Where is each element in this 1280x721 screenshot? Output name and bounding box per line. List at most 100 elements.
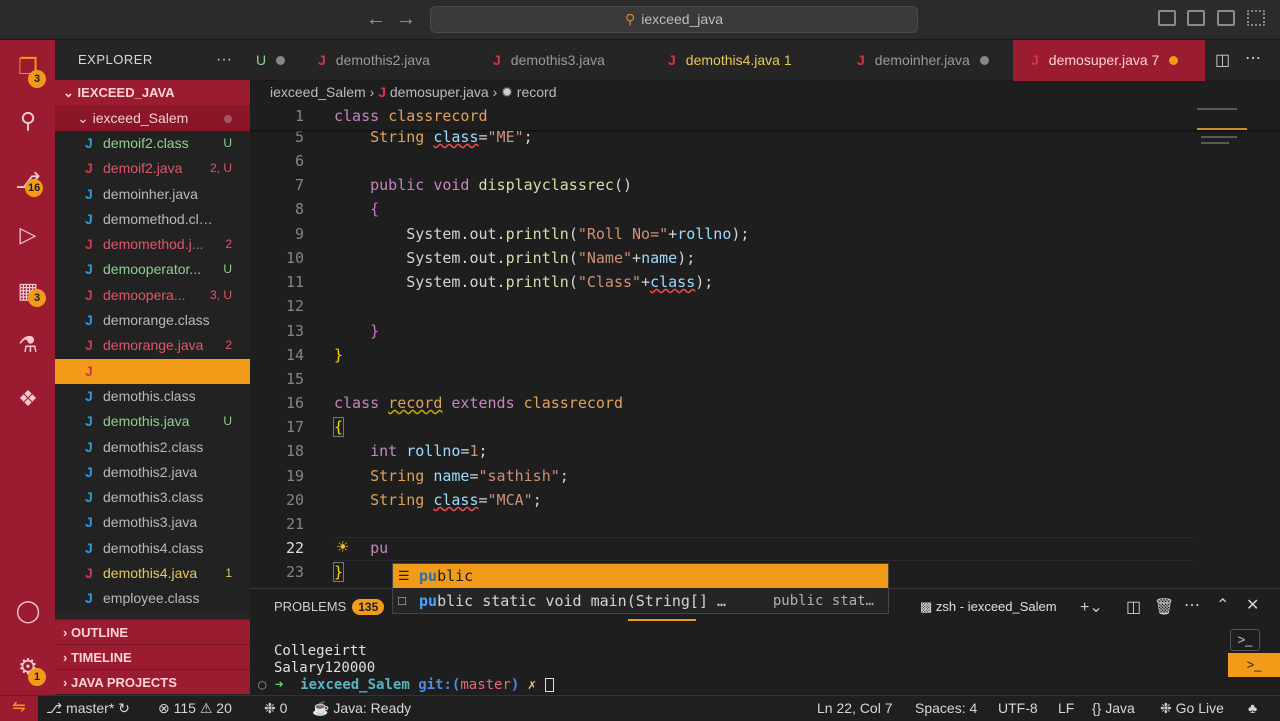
terminal-instance-icon[interactable]: >_ (1230, 629, 1260, 651)
add-terminal-icon[interactable]: +⌄ (1080, 597, 1103, 617)
branch-indicator[interactable]: ⎇ master* ↻ (46, 700, 130, 717)
problems-indicator[interactable]: ⊗ 115 ⚠ 20 (158, 700, 232, 717)
file-item[interactable]: Jdemothis3.java (55, 510, 250, 536)
encoding[interactable]: UTF-8 (998, 700, 1038, 716)
code-line-16: class record extends classrecord (334, 394, 623, 412)
file-item[interactable]: Jdemooperator... U (55, 257, 250, 283)
java-file-icon: J (668, 52, 676, 68)
file-item[interactable]: Jdemothis.class (55, 383, 250, 410)
search-icon[interactable]: ⚲ (13, 106, 43, 136)
arrow-left-icon[interactable]: ← (366, 8, 386, 31)
sync-icon: ↻ (118, 700, 130, 716)
java-file-icon: J (85, 387, 93, 404)
cursor-position[interactable]: Ln 22, Col 7 (817, 700, 893, 716)
java-status[interactable]: ☕ Java: Ready (312, 700, 411, 717)
file-item[interactable]: Jdemoinher.java (55, 181, 250, 207)
remote-icon[interactable]: ⇋ (0, 696, 38, 721)
tab-demothis2[interactable]: Jdemothis2.java (310, 40, 485, 81)
toggle-sidebar-icon[interactable] (1158, 10, 1176, 26)
minimap[interactable] (1195, 106, 1275, 588)
file-item[interactable]: Jemployee.class (55, 586, 250, 612)
extensions-badge: 3 (28, 289, 46, 307)
terminal-instance-active-icon[interactable]: >_ (1228, 653, 1280, 677)
explorer-sidebar: EXPLORER ··· ⌄ IEXCEED_JAVA ⌄ iexceed_Sa… (55, 40, 250, 695)
file-item[interactable]: Jdemothis4.java 1 (55, 561, 250, 587)
maximize-panel-icon[interactable]: ⌃ (1216, 595, 1229, 615)
file-item[interactable]: Jdemoif2.java 2, U (55, 156, 250, 182)
split-editor-icon[interactable]: ◫ (1215, 50, 1230, 70)
code-editor[interactable]: 1 5 6 7 8 9 10 11 12 13 14 15 16 17 18 19 20 21 22 23 class… (250, 106, 1280, 588)
timeline-section[interactable]: › TIMELINE (55, 644, 250, 669)
suggestion-keyword-public[interactable]: ☰ public (393, 564, 888, 588)
file-status: U (223, 414, 232, 429)
go-live-button[interactable]: ❉ Go Live (1160, 700, 1224, 717)
tab-demosuper[interactable]: Jdemosuper.java 7 (1013, 40, 1205, 81)
folder-iexceed-salem[interactable]: ⌄ iexceed_Salem (55, 105, 250, 131)
modified-dot (979, 56, 989, 65)
command-center-search[interactable]: ⚲ iexceed_java (430, 6, 918, 33)
outline-section[interactable]: › OUTLINE (55, 619, 250, 644)
line-number: 12 (285, 297, 304, 315)
file-item[interactable]: Jdemomethod.class (55, 206, 250, 233)
prompt-arrow-icon: ➜ (274, 677, 284, 693)
indentation[interactable]: Spaces: 4 (915, 700, 977, 716)
code-line-14: } (334, 346, 344, 364)
java-projects-section[interactable]: › JAVA PROJECTS (55, 669, 250, 694)
customize-layout-icon[interactable] (1247, 10, 1265, 26)
tab-untracked[interactable]: U (250, 40, 298, 81)
file-item[interactable]: Jdemorange.java 2 (55, 333, 250, 359)
file-item[interactable]: Jdemoif2.class U (55, 131, 250, 157)
file-status: 2 (225, 338, 232, 353)
close-icon[interactable]: ✕ (1246, 595, 1259, 615)
file-name: demothis.class (103, 387, 196, 404)
split-terminal-icon[interactable]: ◫ (1126, 597, 1141, 617)
tab-demoinher[interactable]: Jdemoinher.java (835, 40, 1013, 81)
current-line-highlight (334, 537, 1194, 561)
java-file-icon: J (85, 489, 93, 506)
more-actions-icon[interactable]: ⋯ (1184, 595, 1200, 615)
lightbulb-icon[interactable]: ☀ (336, 538, 349, 556)
arrow-right-icon[interactable]: → (396, 8, 416, 31)
tab-demothis4[interactable]: Jdemothis4.java 1 (660, 40, 835, 81)
chevron-down-icon: ⌄ (63, 85, 74, 100)
bell-icon[interactable]: ♣ (1248, 700, 1257, 716)
more-actions-icon[interactable]: ··· (216, 40, 232, 80)
file-item[interactable]: Jdemothis.java U (55, 409, 250, 435)
java-file-icon: J (85, 438, 93, 455)
line-number: 7 (294, 176, 304, 194)
file-item[interactable]: Jdemoopera... 3, U (55, 282, 250, 309)
file-name: demomethod.class (103, 210, 213, 227)
suggestion-snippet-main[interactable]: □ public static void main(String[] … pub… (393, 589, 888, 613)
settings-badge: 1 (28, 668, 46, 686)
language-mode[interactable]: {} Java (1092, 700, 1135, 716)
file-item[interactable]: Jdemomethod.j... 2 (55, 232, 250, 258)
line-number: 18 (285, 442, 304, 460)
account-icon[interactable]: ◯ (13, 596, 43, 626)
file-item[interactable]: Jdemosuper.java 7 (55, 358, 250, 384)
tab-problems[interactable]: PROBLEMS 135 (274, 599, 385, 615)
ports-indicator[interactable]: ❉ 0 (264, 700, 287, 717)
line-number: 10 (285, 249, 304, 267)
line-number: 21 (285, 515, 304, 533)
terminal-selector[interactable]: ▩ zsh - iexceed_Salem (920, 599, 1057, 615)
more-actions-icon[interactable]: ⋯ (1245, 48, 1261, 68)
terminal-prompt[interactable]: ○ ➜ iexceed_Salem git:(master) ✗ (258, 677, 554, 693)
testing-icon[interactable]: ⚗ (13, 330, 43, 360)
file-name: demoif2.class (103, 135, 189, 151)
toggle-panel-icon[interactable] (1187, 10, 1205, 26)
run-debug-icon[interactable]: ▷ (13, 220, 43, 250)
trash-icon[interactable]: 🗑 (1154, 597, 1174, 617)
file-item[interactable]: Jdemothis4.class (55, 535, 250, 562)
tab-demothis3[interactable]: Jdemothis3.java (485, 40, 660, 81)
file-item[interactable]: Jdemorange.class (55, 308, 250, 334)
file-item[interactable]: Jdemothis2.java (55, 459, 250, 486)
end-of-line[interactable]: LF (1058, 700, 1074, 716)
file-name: demoopera... (103, 286, 186, 303)
file-item[interactable]: Jdemothis2.class (55, 434, 250, 460)
workspace-section[interactable]: ⌄ IEXCEED_JAVA (55, 80, 250, 105)
python-icon[interactable]: ❖ (13, 384, 43, 414)
toggle-secondary-sidebar-icon[interactable] (1217, 10, 1235, 26)
java-file-icon: J (85, 463, 93, 480)
modified-dot (276, 56, 286, 65)
file-item[interactable]: Jdemothis3.class (55, 485, 250, 511)
